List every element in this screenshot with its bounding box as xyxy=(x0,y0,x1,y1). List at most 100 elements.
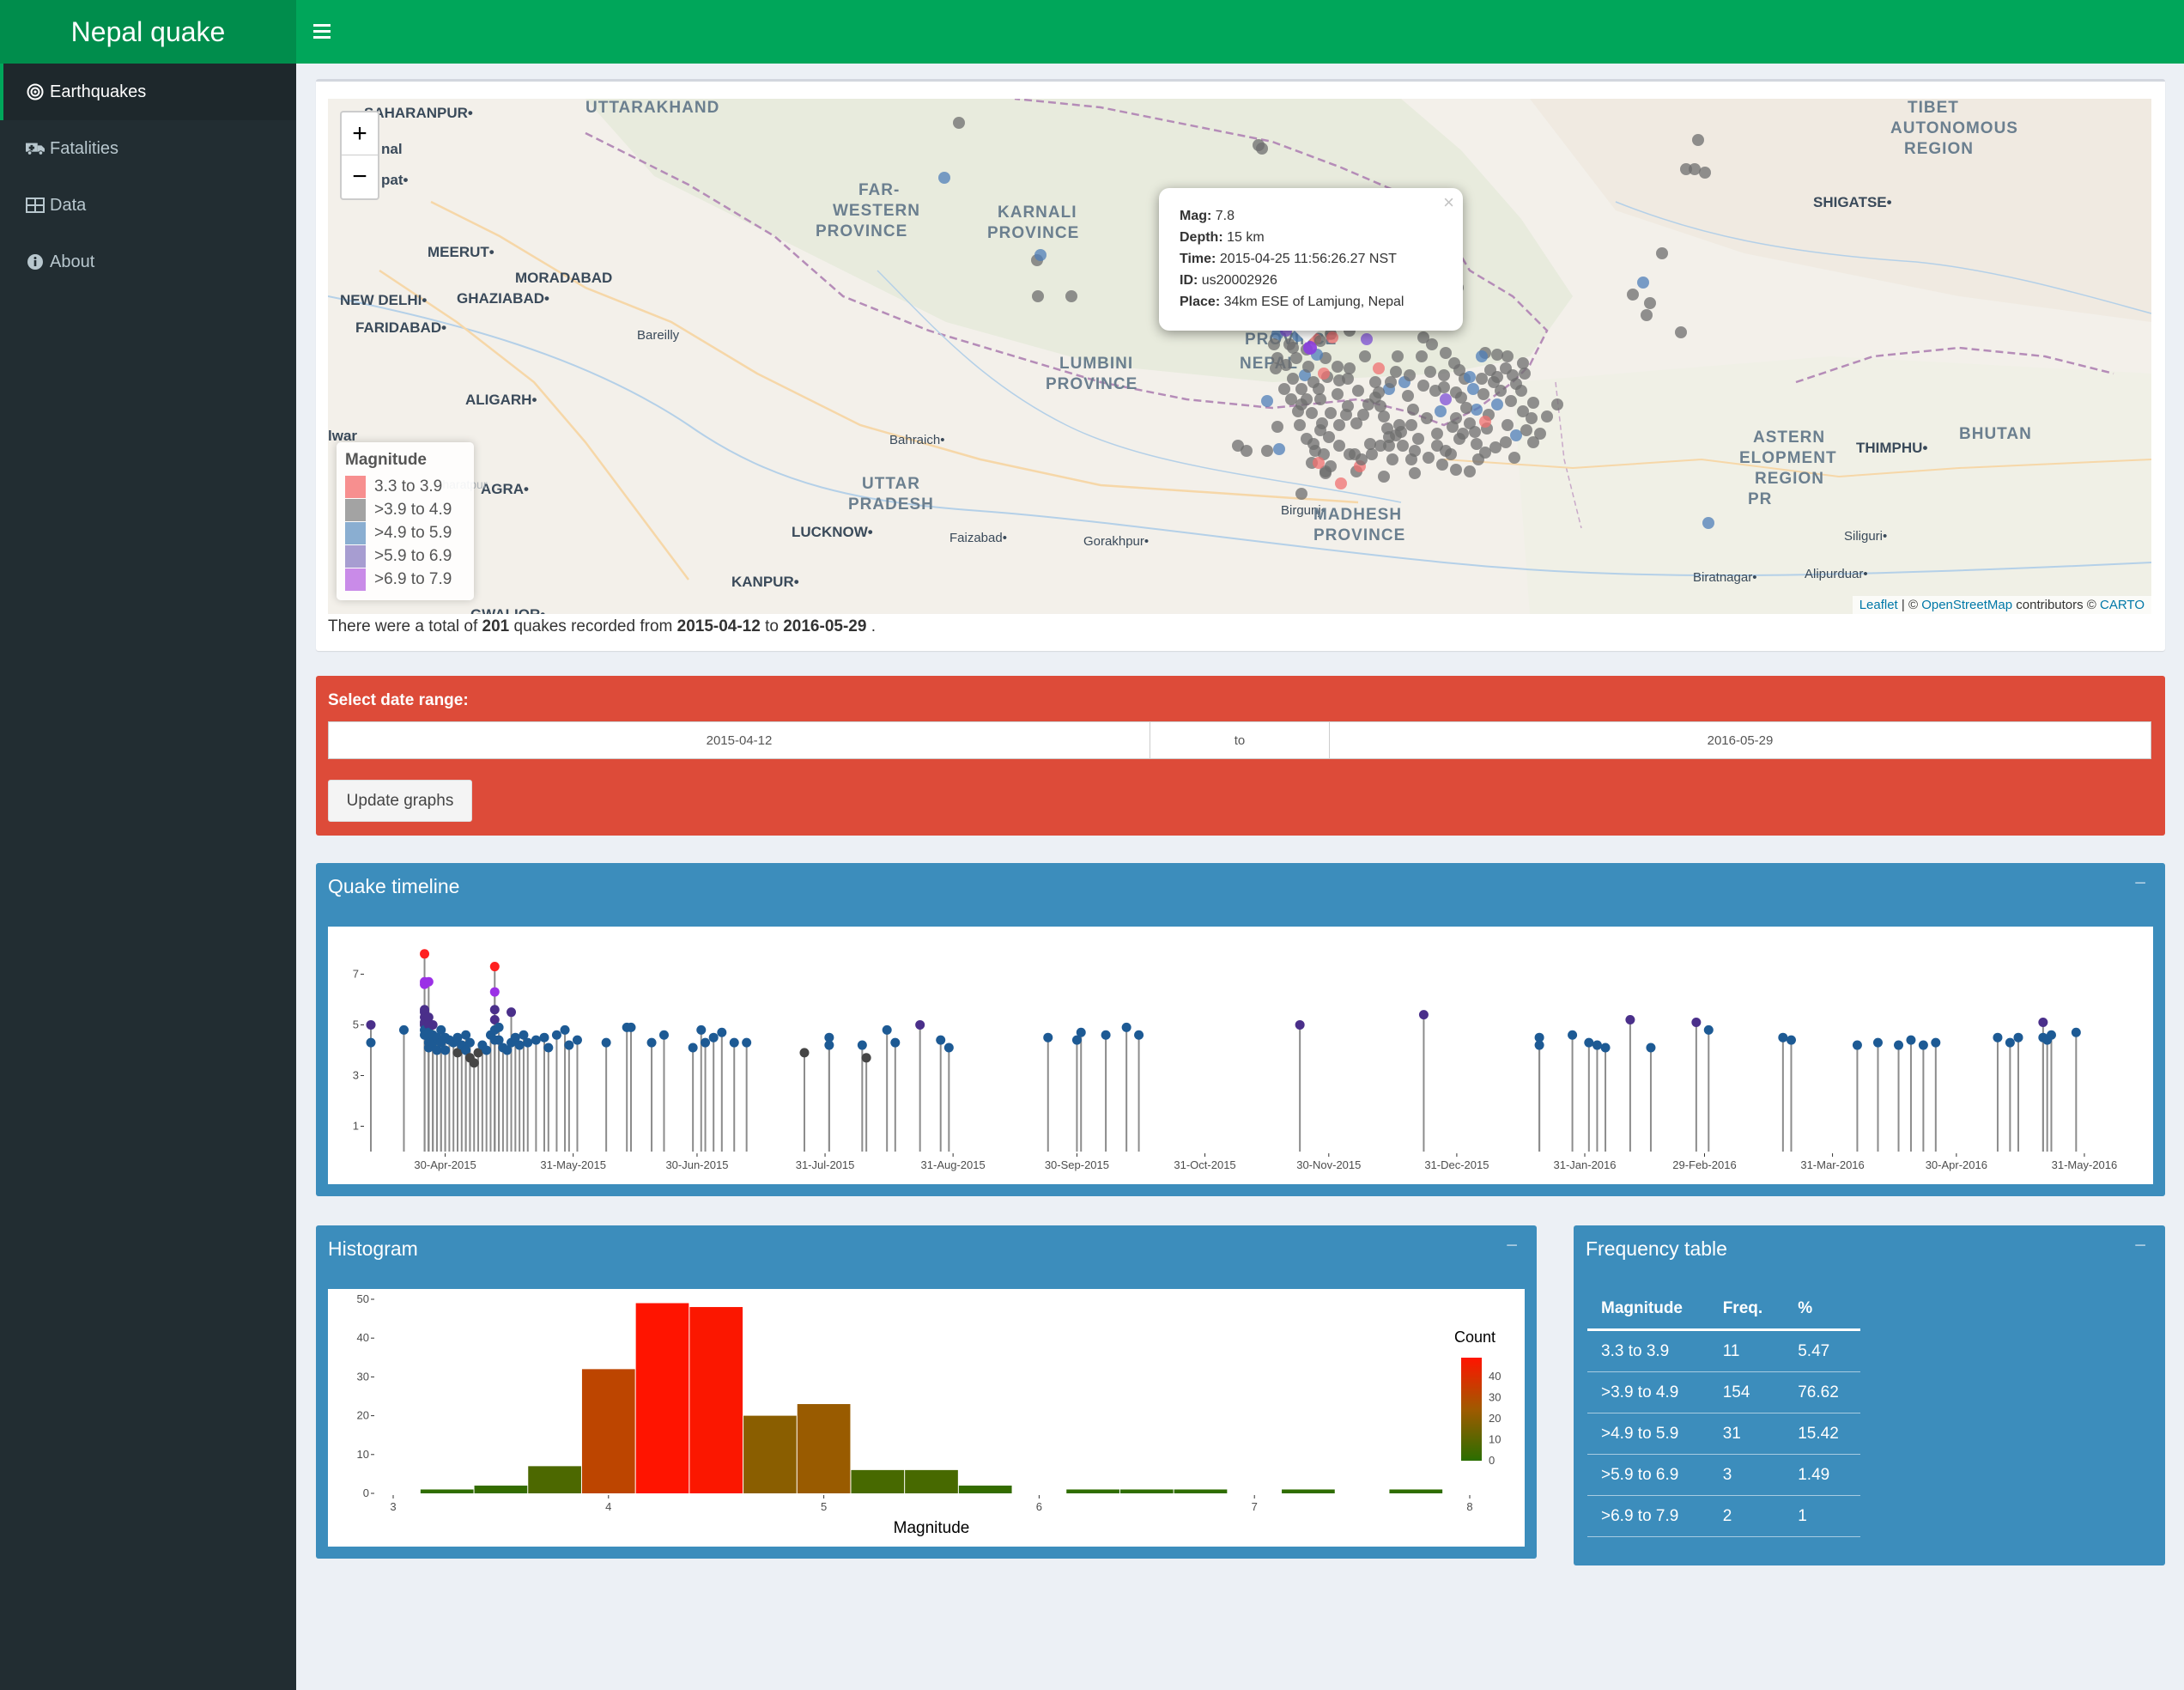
quake-marker[interactable] xyxy=(953,117,965,129)
quake-marker[interactable] xyxy=(1374,400,1386,412)
quake-point[interactable] xyxy=(489,1005,500,1015)
quake-point[interactable] xyxy=(936,1035,946,1045)
quake-marker[interactable] xyxy=(1402,390,1414,402)
sidebar-item-earthquakes[interactable]: Earthquakes xyxy=(0,64,296,120)
quake-marker[interactable] xyxy=(1502,350,1514,362)
quake-point[interactable] xyxy=(1584,1037,1594,1048)
quake-marker[interactable] xyxy=(1385,376,1397,388)
quake-point[interactable] xyxy=(2005,1037,2015,1048)
end-date-input[interactable]: 2016-05-29 xyxy=(1330,722,2151,758)
quake-marker[interactable] xyxy=(1333,440,1345,452)
quake-marker[interactable] xyxy=(1386,453,1398,465)
quake-marker[interactable] xyxy=(1472,453,1484,465)
quake-point[interactable] xyxy=(507,1007,517,1018)
quake-point[interactable] xyxy=(943,1043,954,1053)
quake-marker[interactable] xyxy=(1450,386,1462,398)
quake-marker[interactable] xyxy=(1287,373,1299,385)
quake-marker[interactable] xyxy=(1357,409,1369,421)
quake-point[interactable] xyxy=(423,976,434,987)
quake-marker[interactable] xyxy=(1318,368,1330,380)
quake-marker[interactable] xyxy=(1332,361,1344,373)
quake-marker[interactable] xyxy=(1541,410,1553,422)
quake-marker[interactable] xyxy=(1476,373,1488,385)
quake-marker[interactable] xyxy=(1464,465,1476,477)
histogram-bar[interactable] xyxy=(905,1469,958,1493)
quake-marker[interactable] xyxy=(1440,347,1452,359)
quake-marker[interactable] xyxy=(1378,410,1390,422)
quake-marker[interactable] xyxy=(1340,409,1352,421)
quake-marker[interactable] xyxy=(1352,385,1364,397)
quake-marker[interactable] xyxy=(1491,349,1503,361)
histogram-bar[interactable] xyxy=(851,1469,905,1493)
quake-marker[interactable] xyxy=(1471,438,1483,450)
quake-point[interactable] xyxy=(1703,1024,1714,1035)
histogram-bar[interactable] xyxy=(635,1303,689,1493)
quake-marker[interactable] xyxy=(1373,386,1385,398)
quake-marker[interactable] xyxy=(1270,362,1282,374)
quake-point[interactable] xyxy=(1043,1032,1053,1043)
quake-marker[interactable] xyxy=(1366,448,1378,460)
quake-marker[interactable] xyxy=(1268,338,1280,350)
quake-point[interactable] xyxy=(551,1030,561,1040)
quake-marker[interactable] xyxy=(1306,407,1318,419)
quake-marker[interactable] xyxy=(1675,326,1687,338)
quake-point[interactable] xyxy=(1894,1040,1904,1050)
quake-point[interactable] xyxy=(1625,1015,1635,1025)
quake-point[interactable] xyxy=(1872,1037,1883,1048)
map-canvas[interactable]: SAHARANPUR• UTTARAKHAND nal pat• MEERUT• MORA… xyxy=(328,99,2151,614)
quake-point[interactable] xyxy=(560,1024,570,1035)
quake-marker[interactable] xyxy=(1450,464,1462,476)
start-date-input[interactable]: 2015-04-12 xyxy=(329,722,1150,758)
quake-marker[interactable] xyxy=(1505,395,1517,407)
quake-marker[interactable] xyxy=(1641,309,1653,321)
quake-marker[interactable] xyxy=(1460,402,1472,414)
quake-marker[interactable] xyxy=(1314,393,1326,405)
leaflet-link[interactable]: Leaflet xyxy=(1859,598,1898,612)
quake-marker[interactable] xyxy=(1278,383,1290,395)
quake-marker[interactable] xyxy=(1285,393,1297,405)
histogram-bar[interactable] xyxy=(743,1415,797,1493)
quake-marker[interactable] xyxy=(1477,388,1489,400)
quake-marker[interactable] xyxy=(1301,393,1313,405)
quake-marker[interactable] xyxy=(1656,247,1668,259)
update-graphs-button[interactable]: Update graphs xyxy=(328,780,472,822)
quake-marker[interactable] xyxy=(1034,249,1046,261)
quake-point[interactable] xyxy=(2038,1017,2048,1027)
quake-marker[interactable] xyxy=(1271,352,1283,364)
quake-point[interactable] xyxy=(464,1037,475,1048)
quake-point[interactable] xyxy=(915,1019,925,1030)
quake-marker[interactable] xyxy=(1397,440,1409,452)
quake-marker[interactable] xyxy=(1065,290,1077,302)
quake-point[interactable] xyxy=(882,1024,892,1035)
quake-marker[interactable] xyxy=(1438,369,1450,381)
quake-point[interactable] xyxy=(688,1043,698,1053)
quake-marker[interactable] xyxy=(1383,431,1395,443)
quake-point[interactable] xyxy=(701,1037,711,1048)
quake-marker[interactable] xyxy=(1332,388,1344,400)
quake-marker[interactable] xyxy=(1702,517,1714,529)
histogram-bar[interactable] xyxy=(1282,1489,1335,1493)
quake-marker[interactable] xyxy=(1491,398,1503,410)
collapse-button[interactable]: − xyxy=(2134,872,2146,896)
collapse-button[interactable]: − xyxy=(1506,1234,1518,1258)
quake-marker[interactable] xyxy=(1464,371,1476,383)
quake-point[interactable] xyxy=(531,1035,541,1045)
quake-point[interactable] xyxy=(601,1037,611,1048)
quake-marker[interactable] xyxy=(1479,416,1491,428)
osm-link[interactable]: OpenStreetMap xyxy=(1921,598,2012,612)
quake-marker[interactable] xyxy=(1241,445,1253,457)
quake-point[interactable] xyxy=(469,1058,479,1068)
quake-marker[interactable] xyxy=(1256,143,1268,155)
quake-marker[interactable] xyxy=(1692,134,1704,146)
quake-marker[interactable] xyxy=(1392,350,1404,362)
histogram-bar[interactable] xyxy=(1119,1489,1174,1493)
quake-marker[interactable] xyxy=(1271,421,1283,433)
quake-marker[interactable] xyxy=(1032,290,1044,302)
quake-point[interactable] xyxy=(1568,1030,1578,1040)
quake-marker[interactable] xyxy=(1467,383,1479,395)
quake-marker[interactable] xyxy=(1307,438,1320,450)
quake-marker[interactable] xyxy=(1469,426,1481,438)
quake-marker[interactable] xyxy=(1440,393,1452,405)
quake-marker[interactable] xyxy=(1431,428,1443,440)
carto-link[interactable]: CARTO xyxy=(2100,598,2145,612)
